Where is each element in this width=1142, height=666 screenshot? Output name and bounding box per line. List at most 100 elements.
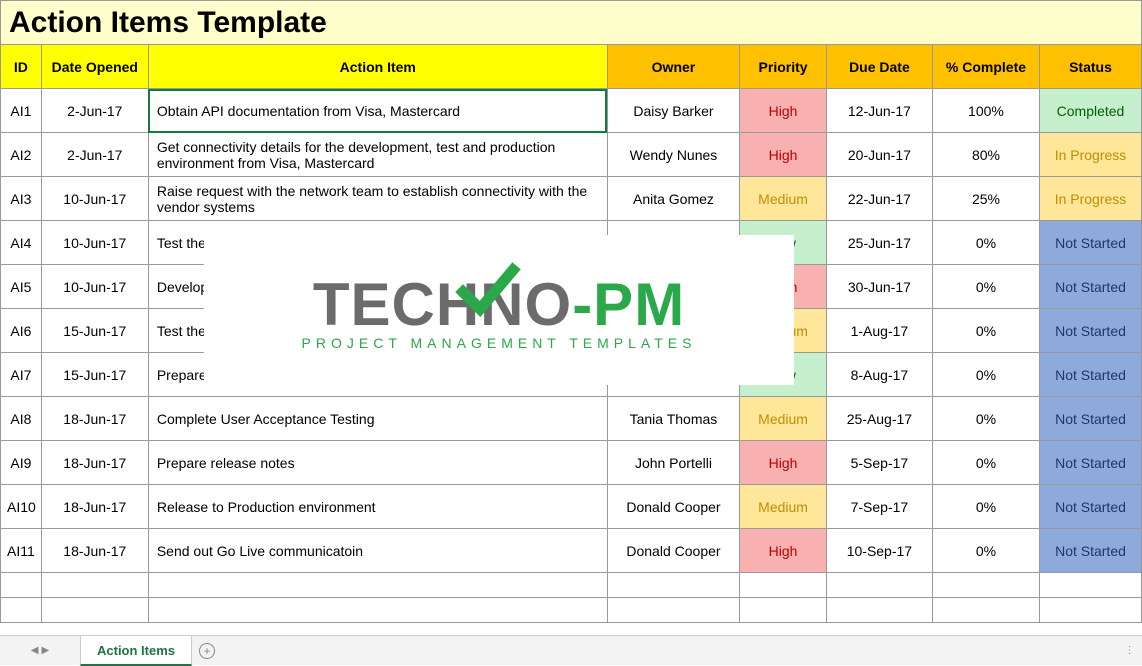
cell-priority[interactable]: Medium	[740, 397, 827, 441]
cell-id[interactable]: AI3	[1, 177, 42, 221]
table-row-empty[interactable]	[1, 598, 1142, 623]
add-sheet-button[interactable]: +	[192, 636, 222, 665]
cell-status[interactable]: Not Started	[1039, 265, 1141, 309]
table-row[interactable]: AI918-Jun-17Prepare release notesJohn Po…	[1, 441, 1142, 485]
cell-due-date[interactable]: 10-Sep-17	[826, 529, 932, 573]
sheet-options-button[interactable]: ⋮	[1118, 636, 1142, 665]
sheet-nav-buttons[interactable]: ◀ ▶	[0, 636, 80, 665]
cell-status[interactable]: Not Started	[1039, 397, 1141, 441]
cell-owner[interactable]: Wendy Nunes	[607, 133, 740, 177]
cell-status[interactable]: In Progress	[1039, 133, 1141, 177]
cell-pct-complete[interactable]: 0%	[932, 309, 1039, 353]
cell-status[interactable]: Not Started	[1039, 221, 1141, 265]
table-row[interactable]: AI1118-Jun-17Send out Go Live communicat…	[1, 529, 1142, 573]
cell-id[interactable]: AI2	[1, 133, 42, 177]
cell-pct-complete[interactable]: 0%	[932, 397, 1039, 441]
table-row-empty[interactable]	[1, 573, 1142, 598]
cell-priority[interactable]: High	[740, 441, 827, 485]
cell-id[interactable]: AI10	[1, 485, 42, 529]
col-header-id[interactable]: ID	[1, 45, 42, 89]
cell-due-date[interactable]: 1-Aug-17	[826, 309, 932, 353]
col-header-status[interactable]: Status	[1039, 45, 1141, 89]
cell-status[interactable]: Not Started	[1039, 529, 1141, 573]
cell-owner[interactable]: Donald Cooper	[607, 485, 740, 529]
table-row[interactable]: AI1018-Jun-17Release to Production envir…	[1, 485, 1142, 529]
cell-due-date[interactable]: 5-Sep-17	[826, 441, 932, 485]
cell-date-opened[interactable]: 10-Jun-17	[41, 177, 148, 221]
cell-owner[interactable]: Tania Thomas	[607, 397, 740, 441]
cell-action-item[interactable]: Obtain API documentation from Visa, Mast…	[148, 89, 607, 133]
cell-pct-complete[interactable]: 100%	[932, 89, 1039, 133]
cell-pct-complete[interactable]: 0%	[932, 529, 1039, 573]
cell-id[interactable]: AI11	[1, 529, 42, 573]
cell-due-date[interactable]: 30-Jun-17	[826, 265, 932, 309]
cell-pct-complete[interactable]: 0%	[932, 265, 1039, 309]
cell-status[interactable]: Not Started	[1039, 353, 1141, 397]
cell-pct-complete[interactable]: 25%	[932, 177, 1039, 221]
cell-action-item[interactable]: Raise request with the network team to e…	[148, 177, 607, 221]
cell-date-opened[interactable]: 18-Jun-17	[41, 485, 148, 529]
cell-priority[interactable]: Medium	[740, 177, 827, 221]
cell-id[interactable]: AI4	[1, 221, 42, 265]
checkmark-icon	[455, 262, 521, 322]
cell-date-opened[interactable]: 10-Jun-17	[41, 265, 148, 309]
cell-owner[interactable]: Anita Gomez	[607, 177, 740, 221]
nav-prev-icon: ◀	[31, 645, 39, 656]
cell-priority[interactable]: High	[740, 89, 827, 133]
col-header-owner[interactable]: Owner	[607, 45, 740, 89]
cell-priority[interactable]: High	[740, 133, 827, 177]
col-header-priority[interactable]: Priority	[740, 45, 827, 89]
cell-action-item[interactable]: Release to Production environment	[148, 485, 607, 529]
cell-action-item[interactable]: Send out Go Live communicatoin	[148, 529, 607, 573]
cell-status[interactable]: Not Started	[1039, 309, 1141, 353]
col-header-due-date[interactable]: Due Date	[826, 45, 932, 89]
plus-icon: +	[199, 643, 215, 659]
cell-owner[interactable]: Daisy Barker	[607, 89, 740, 133]
cell-pct-complete[interactable]: 0%	[932, 441, 1039, 485]
cell-status[interactable]: Not Started	[1039, 441, 1141, 485]
table-row[interactable]: AI310-Jun-17Raise request with the netwo…	[1, 177, 1142, 221]
cell-status[interactable]: Not Started	[1039, 485, 1141, 529]
cell-action-item[interactable]: Get connectivity details for the develop…	[148, 133, 607, 177]
cell-status[interactable]: In Progress	[1039, 177, 1141, 221]
col-header-pct-complete[interactable]: % Complete	[932, 45, 1039, 89]
cell-id[interactable]: AI1	[1, 89, 42, 133]
col-header-action-item[interactable]: Action Item	[148, 45, 607, 89]
cell-pct-complete[interactable]: 0%	[932, 221, 1039, 265]
cell-date-opened[interactable]: 2-Jun-17	[41, 133, 148, 177]
cell-date-opened[interactable]: 18-Jun-17	[41, 529, 148, 573]
cell-priority[interactable]: Medium	[740, 485, 827, 529]
cell-due-date[interactable]: 25-Jun-17	[826, 221, 932, 265]
cell-due-date[interactable]: 8-Aug-17	[826, 353, 932, 397]
cell-date-opened[interactable]: 18-Jun-17	[41, 441, 148, 485]
cell-due-date[interactable]: 22-Jun-17	[826, 177, 932, 221]
cell-date-opened[interactable]: 18-Jun-17	[41, 397, 148, 441]
cell-id[interactable]: AI5	[1, 265, 42, 309]
cell-id[interactable]: AI9	[1, 441, 42, 485]
cell-pct-complete[interactable]: 0%	[932, 485, 1039, 529]
cell-action-item[interactable]: Complete User Acceptance Testing	[148, 397, 607, 441]
cell-date-opened[interactable]: 10-Jun-17	[41, 221, 148, 265]
cell-status[interactable]: Completed	[1039, 89, 1141, 133]
cell-priority[interactable]: High	[740, 529, 827, 573]
table-row[interactable]: AI22-Jun-17Get connectivity details for …	[1, 133, 1142, 177]
cell-id[interactable]: AI6	[1, 309, 42, 353]
cell-date-opened[interactable]: 15-Jun-17	[41, 309, 148, 353]
cell-due-date[interactable]: 12-Jun-17	[826, 89, 932, 133]
cell-owner[interactable]: John Portelli	[607, 441, 740, 485]
cell-date-opened[interactable]: 15-Jun-17	[41, 353, 148, 397]
cell-due-date[interactable]: 25-Aug-17	[826, 397, 932, 441]
cell-due-date[interactable]: 7-Sep-17	[826, 485, 932, 529]
cell-action-item[interactable]: Prepare release notes	[148, 441, 607, 485]
cell-date-opened[interactable]: 2-Jun-17	[41, 89, 148, 133]
table-row[interactable]: AI12-Jun-17Obtain API documentation from…	[1, 89, 1142, 133]
sheet-tab-action-items[interactable]: Action Items	[80, 636, 192, 666]
cell-due-date[interactable]: 20-Jun-17	[826, 133, 932, 177]
table-row[interactable]: AI818-Jun-17Complete User Acceptance Tes…	[1, 397, 1142, 441]
col-header-date-opened[interactable]: Date Opened	[41, 45, 148, 89]
cell-id[interactable]: AI7	[1, 353, 42, 397]
cell-pct-complete[interactable]: 80%	[932, 133, 1039, 177]
cell-id[interactable]: AI8	[1, 397, 42, 441]
cell-pct-complete[interactable]: 0%	[932, 353, 1039, 397]
cell-owner[interactable]: Donald Cooper	[607, 529, 740, 573]
